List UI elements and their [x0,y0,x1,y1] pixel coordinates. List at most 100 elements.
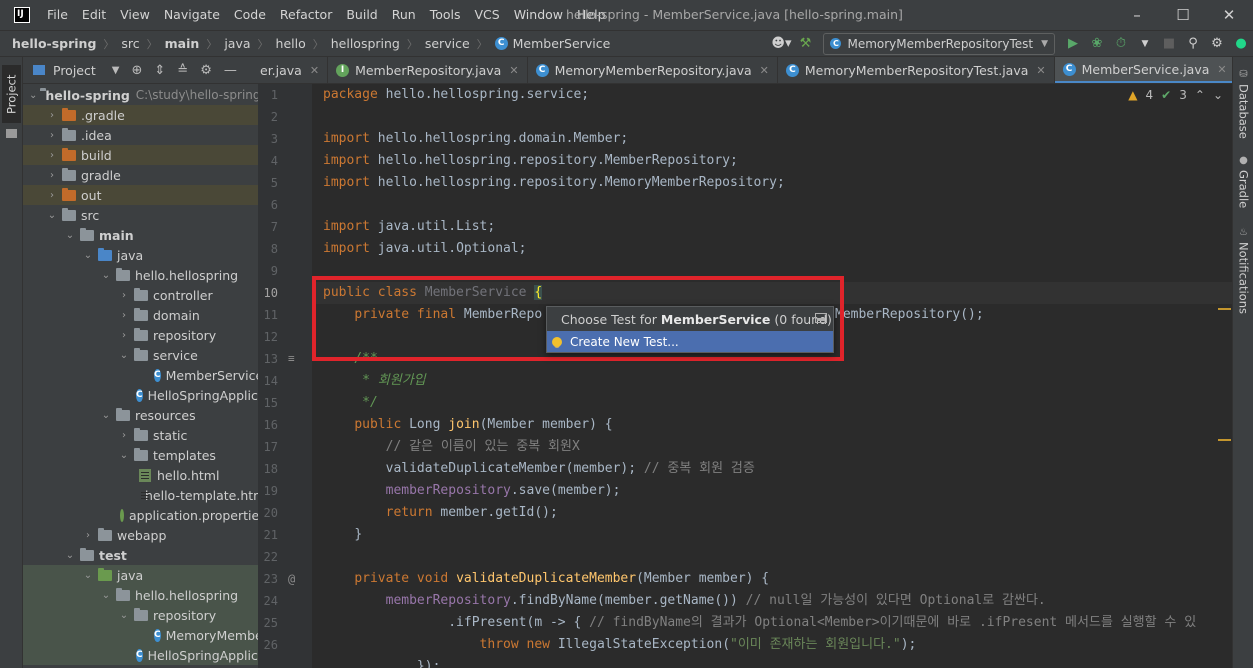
hide-icon[interactable]: — [224,63,237,78]
notifications-tool-tab[interactable]: ♨ Notifications [1233,227,1253,357]
tree-item-test-package[interactable]: ⌄ hello.hellospring [23,585,258,605]
breadcrumb-hellospring[interactable]: hellospring [331,36,400,51]
tree-item-build[interactable]: › build [23,145,258,165]
breadcrumb-project[interactable]: hello-spring [12,36,96,51]
warning-stripe-mark[interactable] [1218,439,1231,441]
tree-item-memorymemberrepositorytest[interactable]: CMemoryMemberRepositoryTest [23,625,258,645]
maximize-button[interactable]: ☐ [1160,0,1206,30]
tree-item-hellospringapplication[interactable]: CHelloSpringApplication [23,385,258,405]
annotation-icon[interactable]: @ [288,572,295,586]
close-button[interactable]: ✕ [1206,0,1252,30]
tree-item-src[interactable]: ⌄ src [23,205,258,225]
breadcrumb-hello[interactable]: hello [276,36,306,51]
chevron-up-icon[interactable]: ⌃ [1195,88,1205,102]
breadcrumb-memberservice[interactable]: MemberService [513,36,611,51]
run-icon[interactable]: ▶ [1061,32,1085,56]
tree-item-test-java[interactable]: ⌄ java [23,565,258,585]
tree-item-webapp[interactable]: › webapp [23,525,258,545]
tree-item-gradle-cache[interactable]: › .gradle [23,105,258,125]
close-icon[interactable]: ✕ [1036,64,1045,77]
expand-all-icon[interactable]: ⇕ [154,63,165,78]
tree-item-resources[interactable]: ⌄ resources [23,405,258,425]
tree-item-memberservice[interactable]: C MemberService [23,365,258,385]
tab-memberrepository[interactable]: I MemberRepository.java ✕ [328,57,528,83]
minimize-button[interactable]: – [1114,0,1160,30]
coverage-icon[interactable]: ⏱ [1109,32,1133,56]
tree-item-gradle[interactable]: › gradle [23,165,258,185]
expanded-arrow-icon: ⌄ [119,449,129,461]
jetbrains-icon[interactable]: ● [1229,32,1253,56]
user-icon[interactable]: ☻▾ [769,32,793,56]
tree-item-idea[interactable]: › .idea [23,125,258,145]
search-icon[interactable]: ⚲ [1181,32,1205,56]
tree-item-static[interactable]: › static [23,425,258,445]
tab-member-java[interactable]: er.java ✕ [258,57,329,83]
menu-build[interactable]: Build [339,0,384,30]
code-line: */ [354,395,378,410]
code-line: import java.util.Optional; [323,241,527,256]
tree-item-service[interactable]: ⌄ service [23,345,258,365]
tree-item-controller[interactable]: › controller [23,285,258,305]
menu-edit[interactable]: Edit [75,0,113,30]
project-tool-tab[interactable]: Project [2,65,21,123]
more-run-icon[interactable]: ▼ [1133,32,1157,56]
tree-item-test-repository[interactable]: ⌄ repository [23,605,258,625]
lightbulb-icon [552,336,562,347]
breadcrumb-main[interactable]: main [165,36,200,51]
menu-tools[interactable]: Tools [423,0,468,30]
tree-item-out[interactable]: › out [23,185,258,205]
project-view-title[interactable]: Project [53,63,96,78]
menu-navigate[interactable]: Navigate [157,0,227,30]
gear-icon[interactable]: ⚙ [1205,32,1229,56]
tree-item-project-root[interactable]: ⌄ hello-spring C:\study\hello-spring [23,85,258,105]
menu-run[interactable]: Run [385,0,423,30]
tree-item-main[interactable]: ⌄ main [23,225,258,245]
debug-icon[interactable]: ❀ [1085,32,1109,56]
chevron-down-icon[interactable]: ▼ [112,65,120,76]
tree-item-templates[interactable]: ⌄ templates [23,445,258,465]
tree-item-application-properties[interactable]: application.properties [23,505,258,525]
menu-file[interactable]: File [40,0,75,30]
chevron-down-icon[interactable]: ⌄ [1213,88,1223,102]
breadcrumb-service[interactable]: service [425,36,470,51]
stop-icon[interactable]: ■ [1157,32,1181,56]
test-class-icon: C [830,38,842,49]
breadcrumb-src[interactable]: src [121,36,139,51]
tree-item-package[interactable]: ⌄ hello.hellospring [23,265,258,285]
close-icon[interactable]: ✕ [310,64,319,77]
warning-stripe-mark[interactable] [1218,308,1231,310]
tree-item-java[interactable]: ⌄ java [23,245,258,265]
close-icon[interactable]: ✕ [760,64,769,77]
collapse-all-icon[interactable]: ≙ [177,63,188,78]
tree-item-test[interactable]: ⌄ test [23,545,258,565]
create-new-test-item[interactable]: Create New Test... [547,331,833,352]
close-icon[interactable]: ✕ [1217,63,1226,76]
breadcrumb-java[interactable]: java [224,36,250,51]
line-number: 18 [263,462,278,476]
tab-memorymemberrepositorytest[interactable]: C MemoryMemberRepositoryTest.java ✕ [778,57,1055,83]
tab-memberservice[interactable]: C MemberService.java ✕ [1054,57,1232,83]
database-tool-tab[interactable]: ⛁ Database [1233,69,1253,159]
inspections-widget[interactable]: ▲ 4 ✔ 3 ⌃ ⌄ [1128,88,1223,102]
tree-item-domain[interactable]: › domain [23,305,258,325]
menu-refactor[interactable]: Refactor [273,0,339,30]
menu-code[interactable]: Code [227,0,273,30]
tree-item-hellospringapplicationtests[interactable]: CHelloSpringApplicationTests [23,645,258,665]
tree-item-hello-template-html[interactable]: hello-template.html [23,485,258,505]
menu-window[interactable]: Window [507,0,570,30]
locate-icon[interactable]: ⊕ [131,63,142,78]
hammer-icon[interactable]: ⚒ [793,32,817,56]
code-editor[interactable]: package hello.hellospring.service; impor… [312,84,1232,668]
tree-item-hello-html[interactable]: hello.html [23,465,258,485]
render-doc-icon[interactable]: ≡ [288,352,295,365]
tab-memorymemberrepository[interactable]: C MemoryMemberRepository.java ✕ [528,57,778,83]
menu-vcs[interactable]: VCS [468,0,507,30]
close-icon[interactable]: ✕ [509,64,518,77]
code-line: return member.getId(); [385,505,558,520]
tree-item-repository[interactable]: › repository [23,325,258,345]
pin-window-icon[interactable] [815,313,827,323]
menu-view[interactable]: View [113,0,157,30]
run-configuration-select[interactable]: C MemoryMemberRepositoryTest ▼ [823,32,1055,55]
package-icon [134,347,148,361]
gear-icon[interactable]: ⚙ [200,63,212,78]
